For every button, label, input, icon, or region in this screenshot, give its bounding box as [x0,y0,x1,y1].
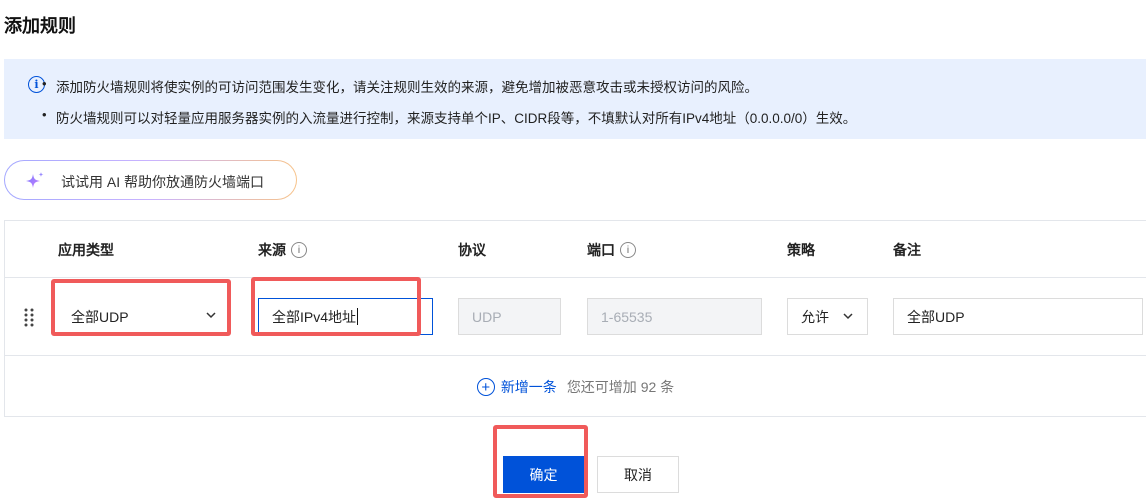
header-protocol: 协议 [458,240,486,260]
header-port: 端口 i [587,240,636,260]
policy-select[interactable]: 允许 [787,298,868,335]
header-protocol-label: 协议 [458,242,486,258]
remaining-count: 您还可增加 92 条 [566,379,675,395]
sparkle-icon [26,172,44,188]
ai-assistant-button[interactable]: 试试用 AI 帮助你放通防火墙端口 [4,160,297,200]
source-input[interactable]: 全部IPv4地址 [258,298,433,335]
app-type-select[interactable]: 全部UDP [58,298,228,335]
confirm-button[interactable]: 确定 [503,456,584,493]
header-policy: 策略 [787,240,815,260]
help-icon[interactable]: i [620,242,636,258]
header-policy-label: 策略 [787,242,815,258]
rule-table: 应用类型 来源 i 协议 端口 i 策略 备注 全部UDP 全部IPv4地址 U… [4,220,1146,417]
remark-value: 全部UDP [907,308,965,325]
protocol-field: UDP [458,298,561,335]
page-title: 添加规则 [4,16,76,36]
header-app-type-label: 应用类型 [58,242,114,258]
port-field: 1-65535 [587,298,762,335]
source-value: 全部IPv4地址 [272,308,357,325]
remark-input[interactable]: 全部UDP [893,298,1143,335]
add-row-bar: + 新增一条 您还可增加 92 条 [5,356,1146,418]
protocol-value: UDP [472,308,502,325]
add-rule-page: 添加规则 i 添加防火墙规则将使实例的可访问范围发生变化，请关注规则生效的来源，… [0,0,1146,503]
app-type-value: 全部UDP [71,308,129,325]
chevron-down-icon [206,312,216,319]
port-value: 1-65535 [601,308,653,325]
table-header: 应用类型 来源 i 协议 端口 i 策略 备注 [5,221,1146,278]
header-source-label: 来源 [258,242,286,258]
help-icon[interactable]: i [291,242,307,258]
cancel-button[interactable]: 取消 [597,456,679,493]
add-rule-label: 新增一条 [500,379,557,395]
plus-circle-icon: + [476,378,495,396]
notice-line: 添加防火墙规则将使实例的可访问范围发生变化，请关注规则生效的来源，避免增加被恶意… [42,76,758,96]
table-row: 全部UDP 全部IPv4地址 UDP 1-65535 允许 全部UDP [5,278,1146,356]
header-port-label: 端口 [587,242,615,258]
header-source: 来源 i [258,240,307,260]
notice-line: 防火墙规则可以对轻量应用服务器实例的入流量进行控制，来源支持单个IP、CIDR段… [42,107,856,127]
text-caret [357,308,359,325]
add-rule-button[interactable]: + 新增一条 [476,377,557,397]
drag-handle-icon[interactable] [22,307,36,327]
notice-banner: i 添加防火墙规则将使实例的可访问范围发生变化，请关注规则生效的来源，避免增加被… [4,59,1146,139]
ai-assistant-label: 试试用 AI 帮助你放通防火墙端口 [61,174,265,190]
header-remark-label: 备注 [893,242,921,258]
policy-value: 允许 [801,308,829,325]
header-remark: 备注 [893,240,921,260]
chevron-down-icon [843,313,853,320]
header-app-type: 应用类型 [58,240,114,260]
